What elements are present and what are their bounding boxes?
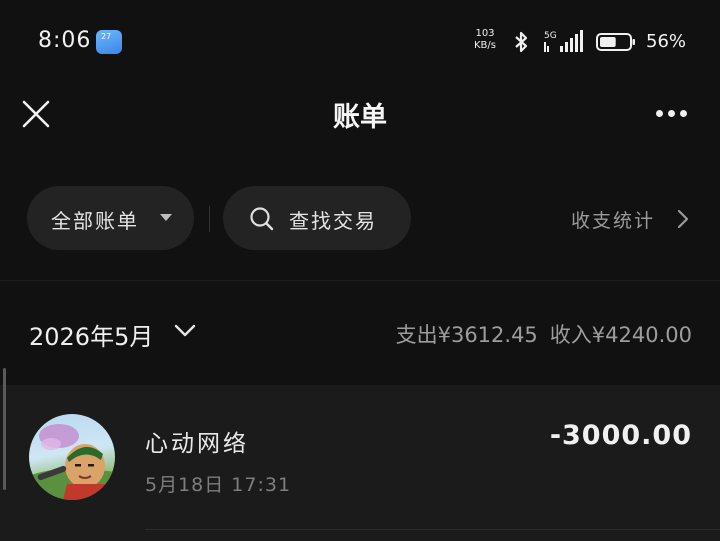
chevron-down-icon[interactable] bbox=[174, 323, 196, 339]
battery-text: 56% bbox=[646, 31, 687, 52]
network-speed: 103 KB/s bbox=[474, 28, 496, 52]
transaction-time: 5月18日 17:31 bbox=[145, 474, 292, 496]
expense-total: 支出¥3612.45 bbox=[395, 323, 538, 347]
battery-icon bbox=[596, 33, 635, 51]
bluetooth-icon bbox=[515, 31, 528, 53]
filter-divider bbox=[209, 206, 210, 232]
merchant-avatar bbox=[29, 414, 115, 500]
income-total: 收入¥4240.00 bbox=[549, 323, 692, 347]
network-speed-value: 103 bbox=[475, 28, 495, 39]
chevron-right-icon bbox=[677, 209, 689, 229]
more-button[interactable] bbox=[652, 110, 692, 118]
all-bills-filter[interactable]: 全部账单 bbox=[27, 186, 194, 250]
weather-icon: 27 bbox=[96, 30, 122, 54]
income-expense-stats-link[interactable]: 收支统计 bbox=[571, 206, 655, 233]
scroll-indicator bbox=[3, 368, 6, 490]
signal-icon: 5G bbox=[544, 30, 583, 52]
status-time: 8:06 bbox=[38, 28, 92, 53]
row-divider bbox=[145, 529, 720, 530]
signal-label: 5G bbox=[544, 31, 557, 41]
section-divider bbox=[0, 280, 720, 281]
weather-badge-text: 27 bbox=[101, 32, 112, 41]
month-selector[interactable]: 2026年5月 bbox=[29, 317, 153, 352]
all-bills-label: 全部账单 bbox=[51, 209, 139, 233]
more-horizontal-icon bbox=[656, 110, 663, 117]
month-summary: 支出¥3612.45 收入¥4240.00 bbox=[384, 319, 692, 349]
search-transactions-button[interactable]: 查找交易 bbox=[223, 186, 411, 250]
page-title: 账单 bbox=[333, 102, 387, 133]
network-speed-unit: KB/s bbox=[474, 40, 496, 51]
transaction-amount: -3000.00 bbox=[549, 420, 692, 451]
caret-down-icon bbox=[160, 214, 172, 221]
transaction-merchant: 心动网络 bbox=[145, 431, 249, 457]
search-label: 查找交易 bbox=[289, 209, 377, 233]
search-icon bbox=[250, 207, 274, 231]
battery-level bbox=[600, 37, 616, 47]
